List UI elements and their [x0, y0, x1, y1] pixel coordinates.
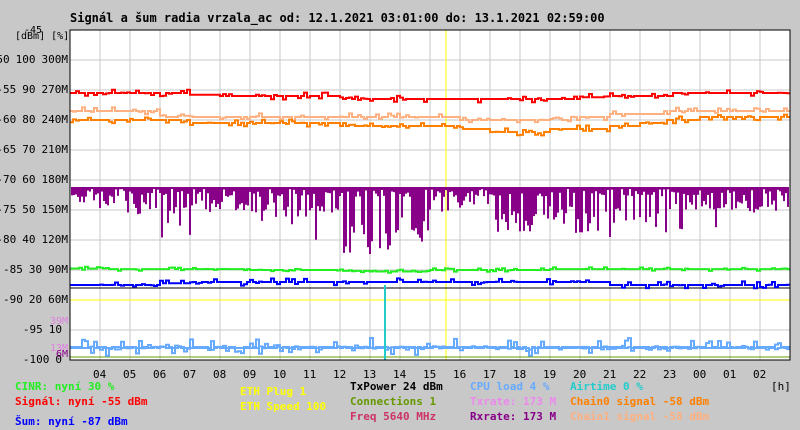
- x-tick-label: 06: [153, 368, 167, 381]
- x-tick-label: 00: [693, 368, 707, 381]
- y-tick-label: -85 30 90M: [0, 264, 68, 276]
- y-tick-rate: 270M: [41, 83, 69, 96]
- y-tick-pct: 100: [15, 53, 36, 66]
- x-tick-label: 10: [273, 368, 287, 381]
- x-tick-label: 01: [723, 368, 737, 381]
- y-tick-pct: 70: [22, 143, 36, 156]
- y-tick-pct: 30: [28, 263, 43, 276]
- y-tick-dbm: -70: [0, 173, 17, 186]
- legend-item: ETH Plug 1: [240, 385, 307, 398]
- legend-item: ETH Speed 100: [240, 400, 327, 413]
- legend-item: CINR: nyní 30 %: [15, 380, 115, 393]
- y-tick-label: -80 40 120M: [0, 234, 68, 246]
- y-tick-label: -90 20 60M: [0, 294, 68, 306]
- y-tick-dbm: -100: [22, 353, 50, 366]
- legend-item: Txrate: 173 M: [470, 395, 557, 408]
- y-tick-rate: 180M: [41, 173, 69, 186]
- y-tick-rate: 210M: [41, 143, 69, 156]
- y-tick-dbm: -65: [0, 143, 17, 156]
- y-tick-label: -75 50 150M: [0, 204, 68, 216]
- x-tick-label: 09: [243, 368, 257, 381]
- legend-item: TxPower 24 dBm: [350, 380, 443, 393]
- y-tick-pct: 60: [22, 173, 36, 186]
- y-tick-dbm: -50: [0, 53, 10, 66]
- signal-noise-graph: Signál a šum radia vrzala_ac od: 12.1.20…: [0, 0, 800, 430]
- y-tick-label: -65 70 210M: [0, 144, 68, 156]
- x-tick-label: 23: [663, 368, 677, 381]
- legend-item: Signál: nyní -55 dBm: [15, 395, 148, 408]
- y-tick-dbm: -80: [0, 233, 17, 246]
- x-tick-label: 07: [183, 368, 197, 381]
- y-tick-pct: 90: [22, 83, 36, 96]
- y-tick-rate: 300M: [41, 53, 69, 66]
- legend-item: Rxrate: 173 M: [470, 410, 557, 423]
- legend-item: Connections 1: [350, 395, 437, 408]
- y-tick-dbm: -90: [3, 293, 23, 306]
- y-tick-label: -70 60 180M: [0, 174, 68, 186]
- y-tick-rate: 60M: [48, 293, 68, 306]
- rate-marker-label: 39M: [49, 316, 68, 327]
- x-tick-label: 16: [453, 368, 467, 381]
- x-tick-label: 11: [303, 368, 317, 381]
- plot-area: [69, 29, 791, 361]
- y-tick-dbm: -85: [3, 263, 23, 276]
- x-tick-label: 05: [123, 368, 137, 381]
- x-tick-label: 02: [753, 368, 767, 381]
- legend-item: Airtime 0 %: [570, 380, 643, 393]
- x-tick-label: 08: [213, 368, 227, 381]
- y-tick-rate: 120M: [41, 233, 69, 246]
- y-tick-pct: 20: [28, 293, 43, 306]
- y-tick-rate: 240M: [41, 113, 69, 126]
- y-tick-pct: 40: [22, 233, 36, 246]
- y-tick-pct: 50: [22, 203, 36, 216]
- y-tick-dbm: -55: [0, 83, 17, 96]
- y-tick-label: -50 100 300M: [0, 54, 68, 66]
- y-tick-dbm: -75: [0, 203, 17, 216]
- legend-item: Freq 5640 MHz: [350, 410, 437, 423]
- y-tick-rate: 90M: [48, 263, 68, 276]
- legend-item: Šum: nyní -87 dBm: [15, 415, 128, 428]
- legend-item: Chain1 signal -58 dBm: [570, 410, 710, 423]
- y-tick-dbm: -95: [22, 323, 43, 336]
- y-tick-label: -55 90 270M: [0, 84, 68, 96]
- rate-marker-label: 6M: [55, 349, 68, 360]
- y-tick-label: -60 80 240M: [0, 114, 68, 126]
- legend-item: Chain0 signal -58 dBm: [570, 395, 710, 408]
- legend-item: CPU load 4 %: [470, 380, 550, 393]
- y-tick-dbm: -60: [0, 113, 17, 126]
- x-tick-label: 12: [333, 368, 347, 381]
- y-tick-pct: 80: [22, 113, 36, 126]
- y-tick-rate: 150M: [41, 203, 69, 216]
